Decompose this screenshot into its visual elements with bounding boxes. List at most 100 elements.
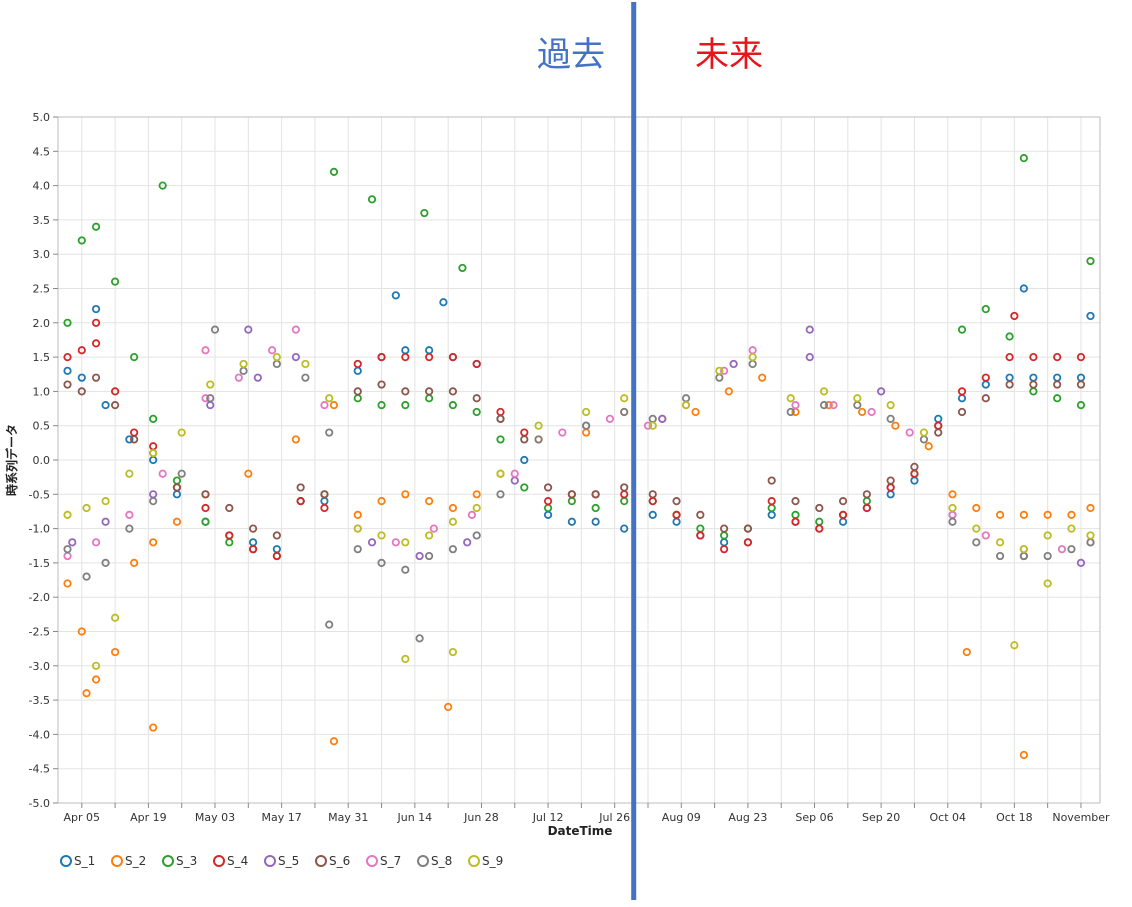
data-point xyxy=(605,414,615,423)
data-point xyxy=(101,517,110,526)
data-point xyxy=(1029,380,1038,389)
data-point xyxy=(463,538,472,547)
x-tick-label: Jul 26 xyxy=(598,811,630,824)
data-point xyxy=(715,373,724,382)
data-point xyxy=(648,510,657,519)
data-point xyxy=(815,517,824,526)
legend-item-S_7: S_7 xyxy=(366,854,401,868)
legend-marker xyxy=(60,855,72,867)
data-point xyxy=(672,497,681,506)
data-point xyxy=(962,647,971,657)
y-tick-label: -3.5 xyxy=(29,694,50,707)
legend-marker xyxy=(366,855,378,867)
data-point xyxy=(620,407,629,417)
data-point xyxy=(805,325,814,334)
data-point xyxy=(63,366,72,375)
data-point xyxy=(149,449,158,458)
data-point xyxy=(924,442,933,451)
data-point xyxy=(981,380,990,389)
data-point xyxy=(472,359,481,369)
data-point xyxy=(948,517,957,526)
data-point xyxy=(815,503,824,513)
data-point xyxy=(786,394,795,403)
legend-item-S_5: S_5 xyxy=(264,854,299,868)
y-tick-label: 2.0 xyxy=(33,317,51,330)
y-tick-label: -0.5 xyxy=(29,488,50,501)
data-point xyxy=(91,373,101,382)
data-point xyxy=(329,737,339,746)
data-point xyxy=(791,510,800,519)
data-point xyxy=(672,517,681,526)
series-S_1 xyxy=(63,284,1095,554)
legend-label: S_2 xyxy=(125,854,146,868)
data-point xyxy=(1019,510,1028,519)
data-point xyxy=(420,208,429,218)
data-point xyxy=(691,407,700,417)
data-point xyxy=(353,366,362,375)
data-point xyxy=(1067,510,1076,519)
y-tick-label: 4.0 xyxy=(33,180,51,193)
data-point xyxy=(496,407,505,417)
data-point xyxy=(981,304,990,314)
data-point xyxy=(957,394,967,403)
data-point xyxy=(858,407,867,417)
data-point xyxy=(672,510,681,519)
data-point xyxy=(620,497,629,506)
legend-label: S_4 xyxy=(227,854,248,868)
data-point xyxy=(320,497,329,506)
data-point xyxy=(158,469,167,478)
data-point xyxy=(748,346,757,355)
legend-marker xyxy=(264,855,276,867)
series-S_2 xyxy=(63,373,1095,760)
data-point xyxy=(472,394,481,403)
data-point xyxy=(696,531,705,540)
data-point xyxy=(125,510,134,519)
data-point xyxy=(367,195,377,204)
data-point xyxy=(1086,311,1095,321)
data-point xyxy=(291,325,300,334)
y-tick-label: 1.0 xyxy=(33,385,51,398)
data-point xyxy=(301,359,310,369)
data-point xyxy=(91,339,101,348)
data-point xyxy=(201,346,210,355)
x-tick-label: Apr 19 xyxy=(130,811,167,824)
data-point xyxy=(225,503,234,513)
legend-item-S_1: S_1 xyxy=(60,854,95,868)
data-point xyxy=(981,394,990,403)
x-tick-label: Oct 04 xyxy=(929,811,966,824)
data-point xyxy=(82,503,91,513)
data-point xyxy=(838,497,848,506)
data-point xyxy=(91,222,101,231)
data-point xyxy=(172,476,182,485)
y-tick-label: -5.0 xyxy=(29,797,50,810)
data-point xyxy=(919,435,929,444)
data-point xyxy=(748,359,757,369)
y-tick-label: 0.0 xyxy=(33,454,51,467)
data-point xyxy=(63,510,72,519)
data-point xyxy=(467,510,477,519)
data-point xyxy=(972,503,981,513)
data-point xyxy=(648,497,657,506)
data-point xyxy=(791,401,800,410)
y-tick-label: -1.5 xyxy=(29,557,50,570)
data-point xyxy=(268,346,277,355)
legend-label: S_3 xyxy=(176,854,197,868)
data-point xyxy=(1019,545,1028,554)
series-S_9 xyxy=(63,352,1095,670)
y-tick-label: 0.5 xyxy=(33,420,51,433)
data-point xyxy=(1053,394,1062,403)
data-point xyxy=(957,325,967,334)
data-point xyxy=(1067,545,1076,554)
legend-item-S_3: S_3 xyxy=(162,854,197,868)
data-point xyxy=(458,263,467,273)
y-axis: 5.0 4.5 4.0 3.5 3.0 2.5 2.0 1.5 1.0 0.5 0.0 -0.5 -1.… xyxy=(29,111,58,810)
data-point xyxy=(648,414,657,423)
x-tick-label: Apr 05 xyxy=(64,811,101,824)
data-point xyxy=(582,407,591,417)
data-point xyxy=(720,531,729,540)
data-point xyxy=(1057,545,1067,554)
data-point xyxy=(520,428,529,437)
data-point xyxy=(149,723,158,732)
data-point xyxy=(391,538,400,547)
data-point xyxy=(886,414,895,423)
